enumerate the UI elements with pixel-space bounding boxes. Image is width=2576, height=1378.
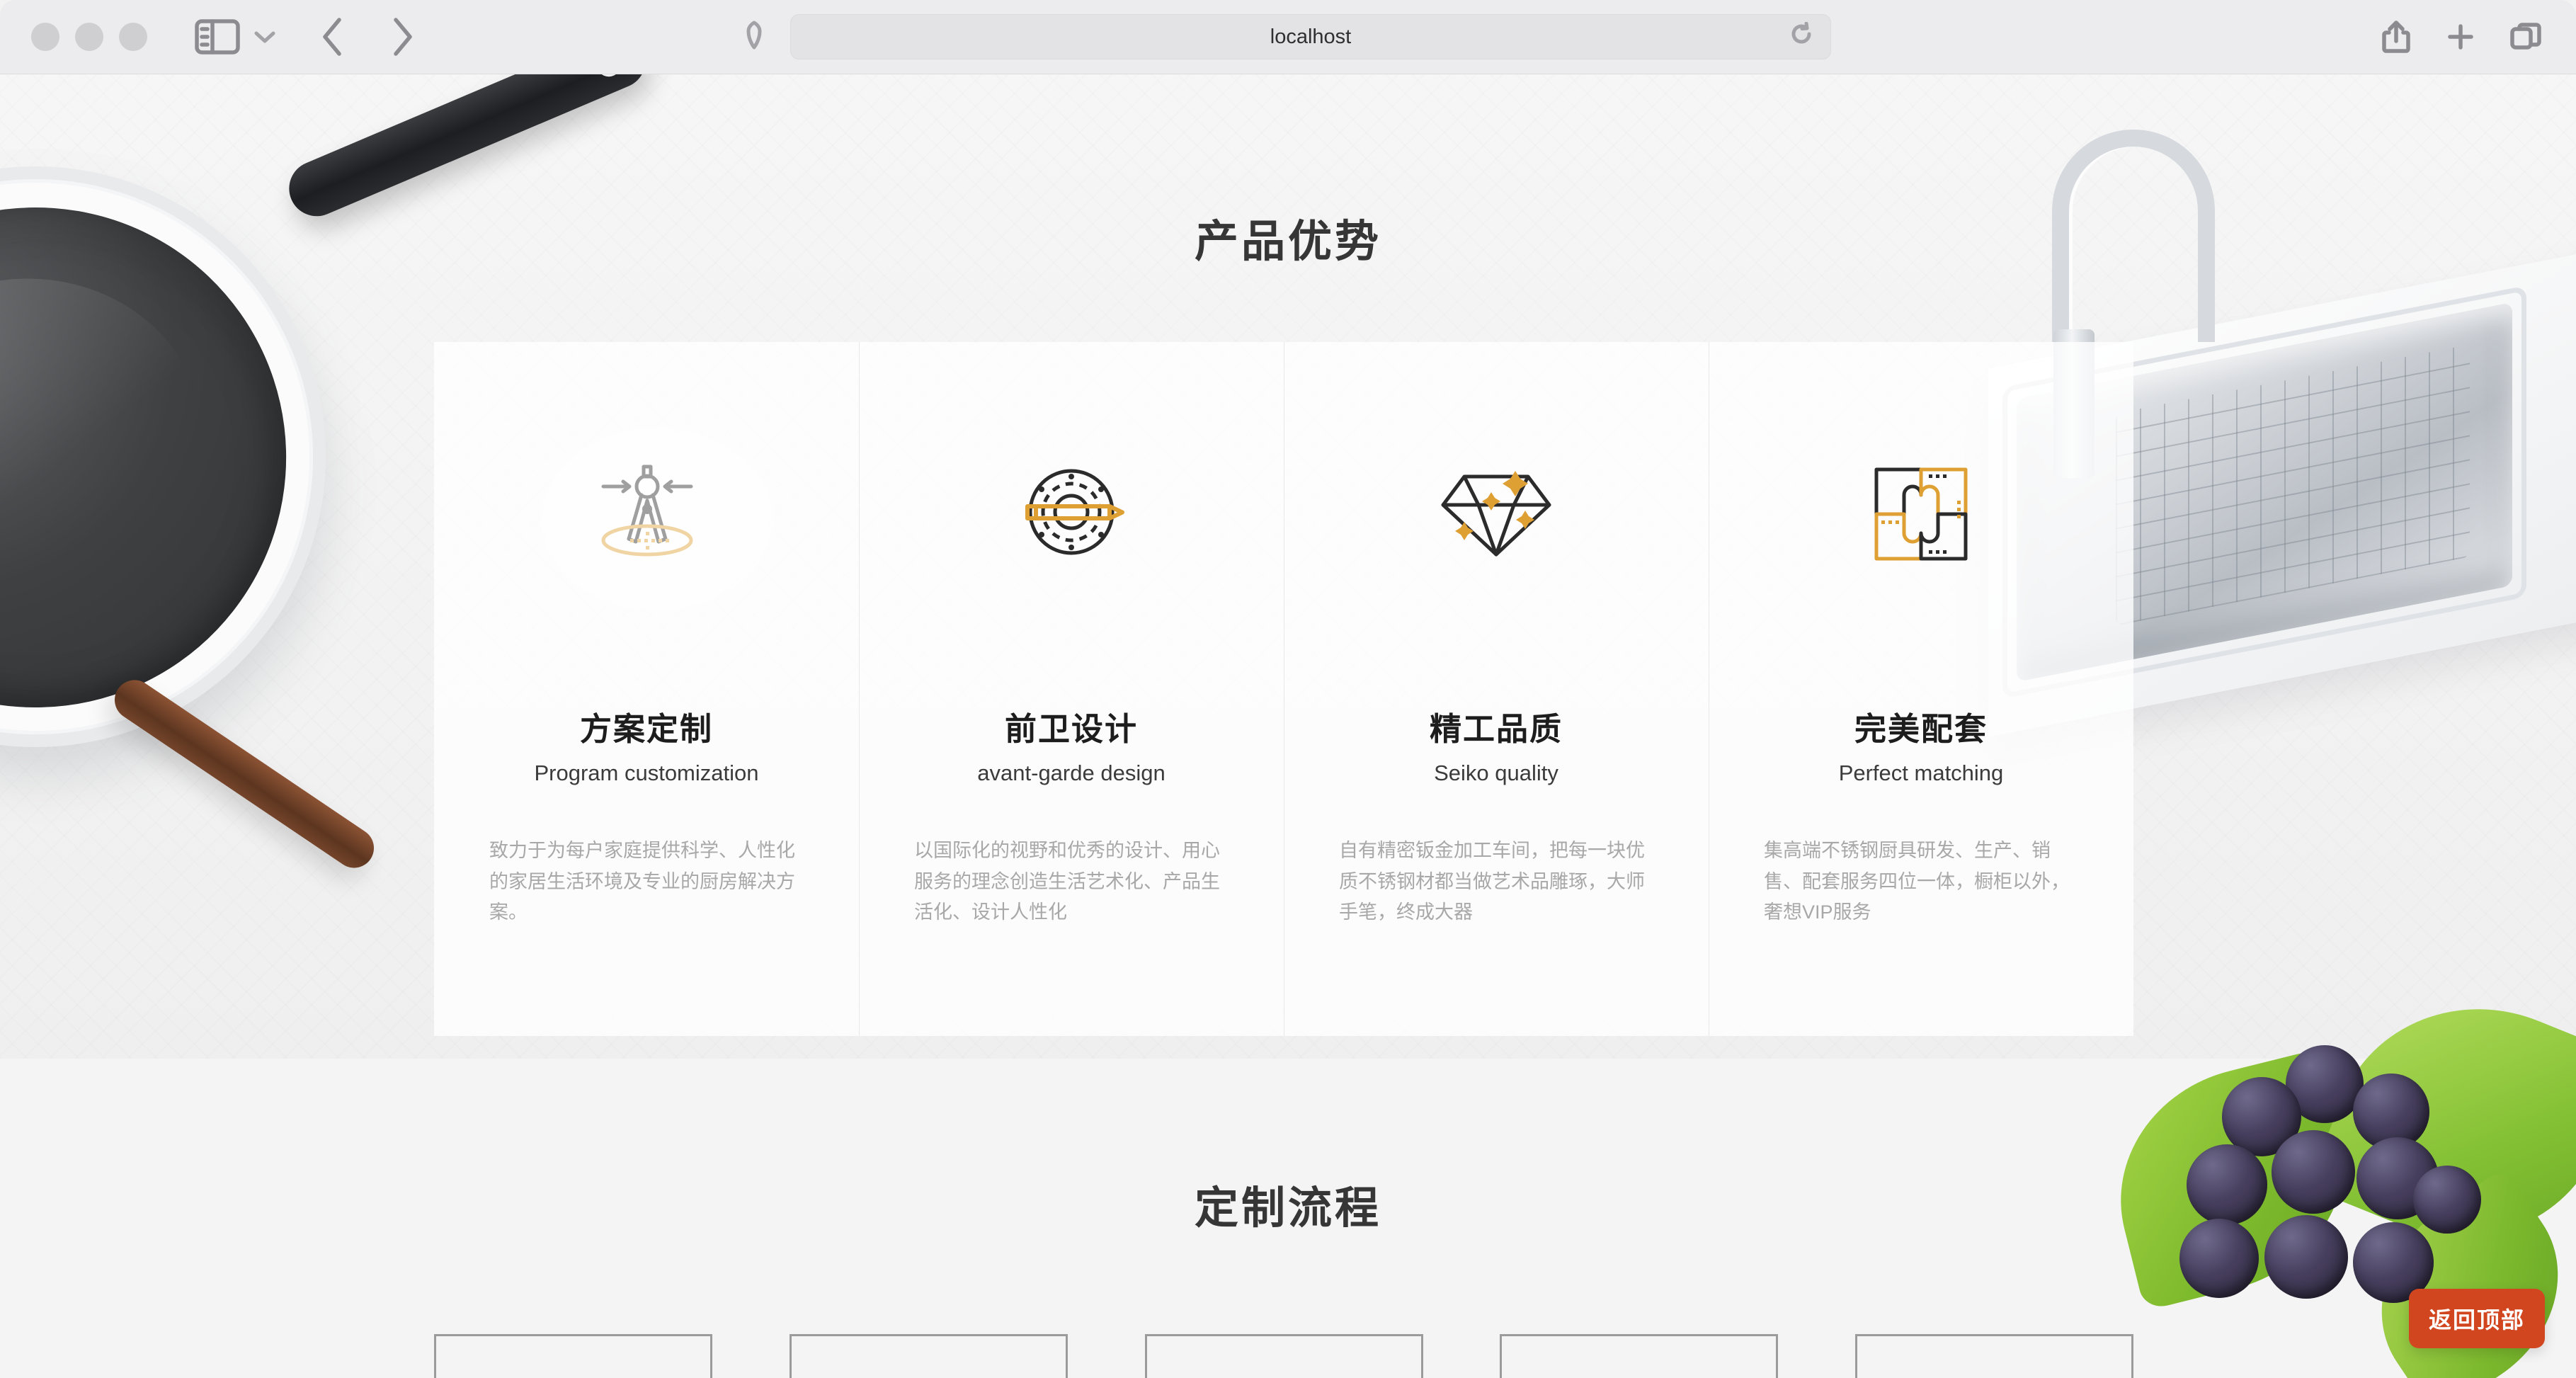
gear-pencil-icon <box>1015 461 1128 567</box>
page-viewport: 产品优势 方案定制 Program customization 致力于为每户家庭… <box>0 74 2576 1378</box>
advantage-card[interactable]: 完美配套 Perfect matching 集高端不锈钢厨具研发、生产、销售、配… <box>1709 342 2133 1036</box>
product-advantages-section: 产品优势 方案定制 Program customization 致力于为每户家庭… <box>0 74 2576 1059</box>
toolbar-right-actions <box>2381 19 2542 55</box>
address-bar-group: localhost <box>745 14 1831 59</box>
advantage-card-subtitle: Program customization <box>534 761 759 785</box>
process-step[interactable]: 报名申请免费设计 <box>434 1334 712 1378</box>
advantage-cards: 方案定制 Program customization 致力于为每户家庭提供科学、… <box>434 342 2133 1036</box>
reload-icon[interactable] <box>1789 21 1813 52</box>
advantage-card-description: 集高端不锈钢厨具研发、生产、销售、配套服务四位一体，橱柜以外，奢想VIP服务 <box>1764 840 2070 923</box>
advantage-card-subtitle: avant-garde design <box>977 761 1166 785</box>
advantage-card-description: 以国际化的视野和优秀的设计、用心服务的理念创造生活艺术化、产品生活化、设计人性化 <box>914 840 1220 923</box>
diamond-sparkle-icon <box>1436 461 1556 567</box>
compass-divider-icon <box>579 461 714 567</box>
window-controls <box>31 23 147 51</box>
minimize-window-dot[interactable] <box>75 23 103 51</box>
chevron-down-icon[interactable] <box>245 17 285 57</box>
share-icon[interactable] <box>2381 19 2412 55</box>
advantage-card[interactable]: 方案定制 Program customization 致力于为每户家庭提供科学、… <box>434 342 859 1036</box>
back-chevron-icon[interactable] <box>306 15 361 59</box>
advantage-card-subtitle: Seiko quality <box>1434 761 1558 785</box>
advantage-card-subtitle: Perfect matching <box>1838 761 2004 785</box>
zoom-window-dot[interactable] <box>119 23 147 51</box>
browser-toolbar: localhost <box>0 0 2576 74</box>
tab-overview-icon[interactable] <box>2509 21 2542 53</box>
navigation-buttons <box>306 15 429 59</box>
sidebar-icon[interactable] <box>191 16 244 57</box>
section-title-advantages: 产品优势 <box>1194 217 1381 266</box>
process-step[interactable]: 进店体验 <box>1144 1334 1423 1378</box>
process-step[interactable]: 终身维护 <box>1855 1334 2133 1378</box>
advantage-card-title: 完美配套 <box>1854 711 1988 747</box>
process-steps: 报名申请免费设计 设计师出方案 <box>434 1334 2133 1378</box>
advantage-card-title: 精工品质 <box>1429 711 1563 747</box>
address-bar[interactable]: localhost <box>790 14 1831 59</box>
process-step[interactable]: 设计师出方案 <box>789 1334 1068 1378</box>
process-step[interactable]: 免费配送安装 <box>1500 1334 1779 1378</box>
advantage-card-title: 方案定制 <box>579 711 713 747</box>
back-to-top-label: 返回顶部 <box>2428 1307 2525 1333</box>
forward-chevron-icon[interactable] <box>374 15 429 59</box>
address-bar-text: localhost <box>1270 25 1352 48</box>
shield-icon[interactable] <box>745 21 763 54</box>
plus-icon[interactable] <box>2446 22 2475 52</box>
puzzle-pieces-icon <box>1868 461 1974 567</box>
advantage-card[interactable]: 精工品质 Seiko quality 自有精密钣金加工车间，把每一块优质不锈钢材… <box>1284 342 1709 1036</box>
advantage-card[interactable]: 前卫设计 avant-garde design 以国际化的视野和优秀的设计、用心… <box>859 342 1284 1036</box>
advantage-card-description: 致力于为每户家庭提供科学、人性化的家居生活环境及专业的厨房解决方案。 <box>489 840 795 923</box>
close-window-dot[interactable] <box>31 23 59 51</box>
advantage-card-description: 自有精密钣金加工车间，把每一块优质不锈钢材都当做艺术品雕琢，大师手笔，终成大器 <box>1339 840 1645 923</box>
back-to-top-button[interactable]: 返回顶部 <box>2409 1289 2545 1348</box>
advantage-card-title: 前卫设计 <box>1004 711 1138 747</box>
